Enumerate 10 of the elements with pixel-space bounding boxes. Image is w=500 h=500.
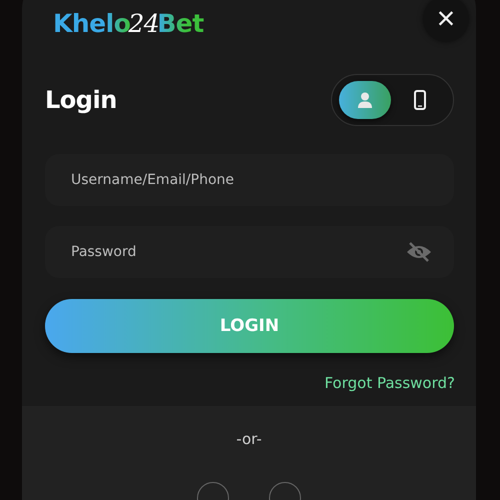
forgot-password-link[interactable]: Forgot Password?: [324, 374, 455, 392]
password-field[interactable]: Password: [45, 226, 454, 278]
phone-icon: [414, 90, 426, 110]
user-icon: [356, 91, 374, 109]
user-mode-button[interactable]: [339, 81, 391, 119]
username-field[interactable]: Username/Email/Phone: [45, 154, 454, 206]
or-divider-text: -or-: [236, 430, 262, 448]
login-title: Login: [45, 86, 117, 114]
eye-off-icon[interactable]: [406, 241, 432, 263]
close-button[interactable]: ×: [423, 0, 469, 42]
